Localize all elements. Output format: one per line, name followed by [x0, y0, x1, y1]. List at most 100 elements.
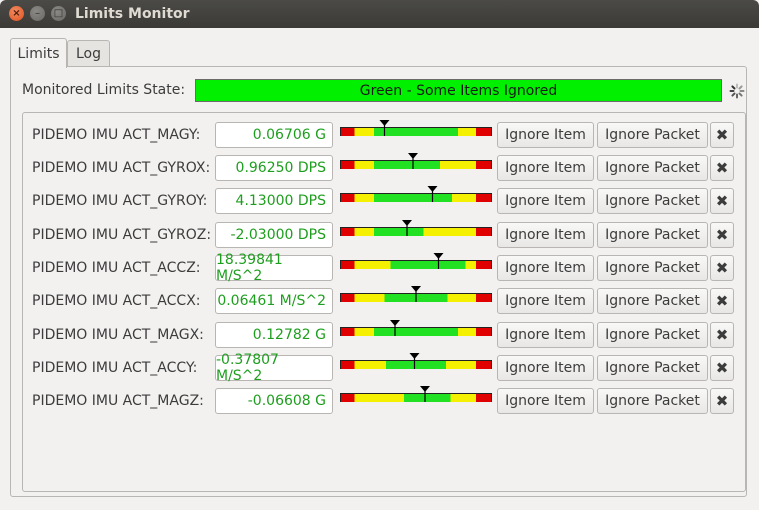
remove-item-button[interactable]: ✖: [710, 122, 734, 148]
limits-band-yellow: [354, 261, 391, 269]
limit-item-row: PIDEMO IMU ACT_GYROZ: -2.03000 DPS Ignore …: [0, 220, 759, 248]
limits-band-yellow: [354, 294, 385, 302]
limits-band-yellow: [354, 194, 374, 202]
limits-band-red: [476, 261, 491, 269]
limit-item-row: PIDEMO IMU ACT_ACCY: -0.37807 M/S^2 Ignore…: [0, 352, 759, 384]
limit-item-row: PIDEMO IMU ACT_MAGX: 0.12782 G Ignore Item…: [0, 320, 759, 348]
close-icon: ✖: [715, 192, 729, 210]
ignore-packet-button[interactable]: Ignore Packet: [597, 222, 708, 248]
close-icon: ✖: [715, 326, 729, 344]
limits-band-red: [476, 194, 491, 202]
limits-band-yellow: [354, 361, 386, 369]
ignore-item-button[interactable]: Ignore Item: [497, 255, 594, 281]
item-name-label: PIDEMO IMU ACT_GYROX:: [32, 160, 211, 176]
limits-band-red: [476, 294, 491, 302]
remove-item-button[interactable]: ✖: [710, 288, 734, 314]
limits-band-yellow: [354, 128, 374, 136]
ignore-packet-button[interactable]: Ignore Packet: [597, 322, 708, 348]
close-icon: ✖: [715, 359, 729, 377]
ignore-packet-button[interactable]: Ignore Packet: [597, 188, 708, 214]
remove-item-button[interactable]: ✖: [710, 222, 734, 248]
close-icon: ✖: [715, 226, 729, 244]
ignore-item-button[interactable]: Ignore Item: [497, 122, 594, 148]
limits-band-red: [476, 361, 491, 369]
maximize-window-button[interactable]: □: [51, 6, 66, 21]
limits-band-green: [374, 128, 458, 136]
limits-band-green: [404, 394, 451, 402]
remove-item-button[interactable]: ✖: [710, 155, 734, 181]
remove-item-button[interactable]: ✖: [710, 255, 734, 281]
ignore-packet-button[interactable]: Ignore Packet: [597, 388, 708, 414]
limits-band-red: [341, 294, 355, 302]
limit-item-row: PIDEMO IMU ACT_MAGY: 0.06706 G Ignore Item…: [0, 120, 759, 148]
limits-band-red: [341, 261, 355, 269]
item-name-label: PIDEMO IMU ACT_ACCY:: [32, 360, 198, 376]
limits-band-yellow: [440, 161, 476, 169]
limits-band-yellow: [354, 394, 404, 402]
limits-band-red: [341, 161, 355, 169]
limits-band-green: [386, 361, 446, 369]
limits-band-red: [341, 328, 355, 336]
limits-bar: [340, 353, 492, 369]
limits-band-green: [390, 261, 466, 269]
limits-band-red: [341, 194, 355, 202]
limits-band-red: [476, 394, 491, 402]
ignore-packet-button[interactable]: Ignore Packet: [597, 155, 708, 181]
loading-spinner-icon: [729, 83, 745, 99]
limits-band-green: [374, 194, 452, 202]
ignore-item-button[interactable]: Ignore Item: [497, 155, 594, 181]
limit-item-row: PIDEMO IMU ACT_ACCZ: 18.39841 M/S^2 Ignore…: [0, 252, 759, 284]
item-name-label: PIDEMO IMU ACT_MAGX:: [32, 327, 204, 343]
limit-item-row: PIDEMO IMU ACT_ACCX: 0.06461 M/S^2 Ignore …: [0, 286, 759, 314]
item-name-label: PIDEMO IMU ACT_MAGY:: [32, 127, 201, 143]
remove-item-button[interactable]: ✖: [710, 322, 734, 348]
ignore-packet-button[interactable]: Ignore Packet: [597, 288, 708, 314]
remove-item-button[interactable]: ✖: [710, 388, 734, 414]
tab-limits[interactable]: Limits: [10, 38, 67, 68]
limits-band-green: [374, 328, 458, 336]
minimize-window-button[interactable]: –: [30, 6, 45, 21]
limits-band-yellow: [465, 261, 476, 269]
ignore-item-button[interactable]: Ignore Item: [497, 388, 594, 414]
item-name-label: PIDEMO IMU ACT_ACCX:: [32, 293, 201, 309]
ignore-item-button[interactable]: Ignore Item: [497, 288, 594, 314]
ignore-item-button[interactable]: Ignore Item: [497, 188, 594, 214]
ignore-item-button[interactable]: Ignore Item: [497, 322, 594, 348]
ignore-item-button[interactable]: Ignore Item: [497, 222, 594, 248]
title-bar: × – □ Limits Monitor: [0, 0, 759, 28]
item-name-label: PIDEMO IMU ACT_GYROZ:: [32, 227, 212, 243]
limits-band-yellow: [354, 328, 374, 336]
limits-band-yellow: [458, 328, 476, 336]
limits-bar: [340, 320, 492, 336]
item-value-field: -0.06608 G: [215, 388, 333, 414]
limits-band-yellow: [354, 161, 374, 169]
close-window-button[interactable]: ×: [9, 6, 24, 21]
item-value-field: 4.13000 DPS: [215, 188, 333, 214]
ignore-packet-button[interactable]: Ignore Packet: [597, 255, 708, 281]
item-name-label: PIDEMO IMU ACT_ACCZ:: [32, 260, 201, 276]
limits-band-yellow: [354, 228, 374, 236]
item-value-field: 0.12782 G: [215, 322, 333, 348]
remove-item-button[interactable]: ✖: [710, 188, 734, 214]
limits-band-yellow: [452, 194, 476, 202]
limits-bar: [340, 253, 492, 269]
limits-band-red: [476, 161, 491, 169]
item-name-label: PIDEMO IMU ACT_MAGZ:: [32, 393, 204, 409]
limits-band-red: [341, 394, 355, 402]
ignore-item-button[interactable]: Ignore Item: [497, 355, 594, 381]
remove-item-button[interactable]: ✖: [710, 355, 734, 381]
limits-bar: [340, 286, 492, 302]
close-icon: ✖: [715, 126, 729, 144]
limits-band-green: [374, 161, 440, 169]
ignore-packet-button[interactable]: Ignore Packet: [597, 355, 708, 381]
tab-log[interactable]: Log: [67, 40, 110, 66]
limits-bar: [340, 186, 492, 202]
ignore-packet-button[interactable]: Ignore Packet: [597, 122, 708, 148]
monitored-limits-state-label: Monitored Limits State:: [22, 82, 186, 98]
limits-band-yellow: [450, 394, 476, 402]
limit-item-row: PIDEMO IMU ACT_GYROY: 4.13000 DPS Ignore I…: [0, 186, 759, 214]
item-name-label: PIDEMO IMU ACT_GYROY:: [32, 193, 208, 209]
item-value-field: 0.96250 DPS: [215, 155, 333, 181]
limits-band-green: [374, 228, 424, 236]
limit-item-row: PIDEMO IMU ACT_GYROX: 0.96250 DPS Ignore I…: [0, 153, 759, 181]
